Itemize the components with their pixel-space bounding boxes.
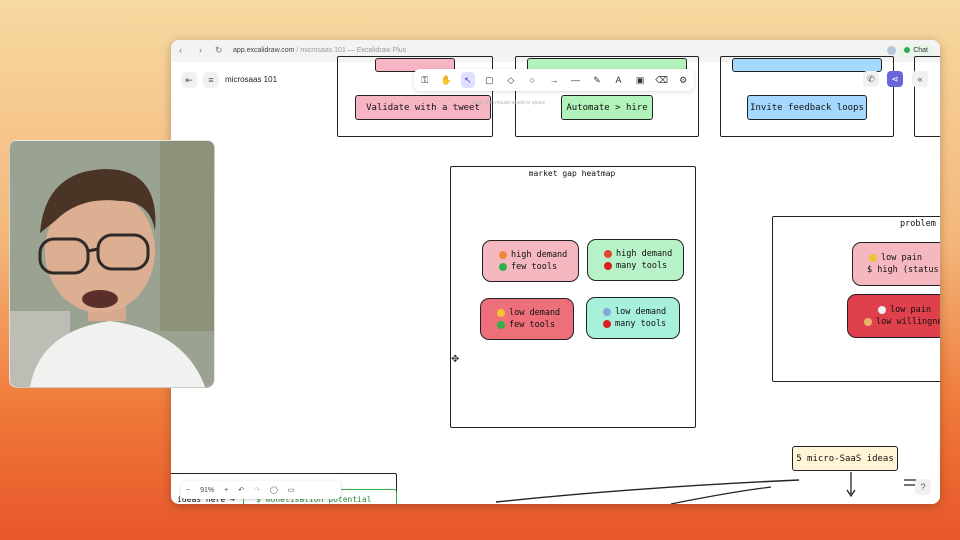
browser-window: ‹ › ↻ app.excalidraw.com / microsaas 101… xyxy=(171,40,940,504)
comment-icon[interactable]: ◯ xyxy=(265,486,283,494)
connector-lines xyxy=(495,472,916,504)
reload-icon[interactable]: ↻ xyxy=(215,45,223,56)
help-icon[interactable]: ? xyxy=(915,479,931,495)
chat-bubble-icon[interactable]: ▭ xyxy=(283,486,300,494)
address-field[interactable]: app.excalidraw.com / microsaas 101 — Exc… xyxy=(233,47,406,54)
forward-icon[interactable]: › xyxy=(199,45,202,55)
zoom-in-button[interactable]: + xyxy=(219,487,233,494)
undo-icon[interactable]: ↶ xyxy=(233,486,249,494)
connector-curve-mid xyxy=(670,486,772,504)
extension-icon[interactable] xyxy=(887,46,896,55)
webcam-feed xyxy=(9,140,215,388)
zoom-out-button[interactable]: − xyxy=(181,487,195,494)
zoom-controls: − 91% + ↶ ↷ ◯ ▭ xyxy=(181,481,341,499)
presenter-image xyxy=(10,141,214,387)
redo-icon[interactable]: ↷ xyxy=(249,486,265,494)
url-path: / microsaas 101 — Excalidraw Plus xyxy=(294,47,407,54)
chat-label: Chat xyxy=(913,47,928,54)
url-host: app.excalidraw.com xyxy=(233,47,295,54)
back-icon[interactable]: ‹ xyxy=(179,45,182,55)
excalidraw-canvas[interactable]: ⇤ ≡ microsaas 101 Validate with a tweet … xyxy=(171,56,940,504)
connector-curve-left xyxy=(495,479,800,503)
zoom-level[interactable]: 91% xyxy=(195,487,219,494)
chat-icon xyxy=(904,47,911,53)
